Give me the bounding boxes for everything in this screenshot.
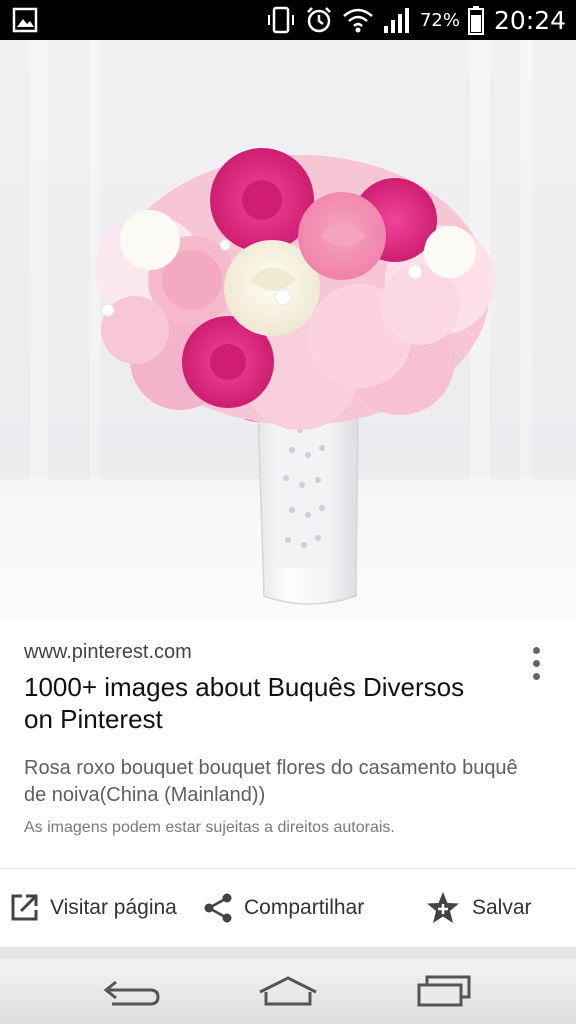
bouquet-image bbox=[0, 40, 576, 622]
more-options-button[interactable] bbox=[520, 638, 552, 688]
back-button[interactable] bbox=[100, 971, 164, 1011]
copyright-notice: As imagens podem estar sujeitas a direit… bbox=[24, 819, 395, 836]
gallery-icon bbox=[12, 7, 38, 33]
home-button[interactable] bbox=[256, 971, 320, 1011]
card-bottom-band bbox=[0, 947, 576, 959]
navigation-bar bbox=[0, 959, 576, 1024]
dot-icon bbox=[532, 659, 540, 667]
battery-icon bbox=[467, 6, 484, 35]
alarm-icon bbox=[307, 7, 331, 33]
share-label: Compartilhar bbox=[244, 896, 365, 919]
open-external-icon bbox=[11, 894, 38, 921]
bouquet-photo[interactable] bbox=[0, 40, 576, 622]
share-icon bbox=[204, 893, 232, 923]
wifi-icon bbox=[343, 8, 373, 33]
home-icon bbox=[259, 976, 317, 1006]
recents-button[interactable] bbox=[412, 971, 476, 1011]
back-icon bbox=[103, 980, 160, 1006]
action-bar: Visitar página Compartilhar Salvar bbox=[0, 869, 576, 947]
vibrate-icon bbox=[267, 6, 294, 34]
dot-icon bbox=[532, 646, 540, 654]
dot-icon bbox=[532, 672, 540, 680]
recents-icon bbox=[417, 975, 471, 1007]
result-card: www.pinterest.com 1000+ images about Buq… bbox=[0, 622, 576, 868]
save-button[interactable]: Salvar bbox=[424, 869, 532, 947]
clock: 20:24 bbox=[493, 5, 566, 35]
status-icons: 72% 20:24 bbox=[266, 0, 566, 40]
share-button[interactable]: Compartilhar bbox=[202, 869, 364, 947]
star-plus-icon bbox=[427, 892, 459, 923]
source-domain[interactable]: www.pinterest.com bbox=[24, 641, 192, 664]
battery-percent: 72% bbox=[419, 9, 460, 31]
visit-page-label: Visitar página bbox=[50, 896, 177, 919]
signal-icon bbox=[383, 8, 409, 33]
visit-page-button[interactable]: Visitar página bbox=[8, 869, 177, 947]
result-title[interactable]: 1000+ images about Buquês Diversos on Pi… bbox=[24, 671, 494, 735]
result-description: Rosa roxo bouquet bouquet flores do casa… bbox=[24, 757, 518, 806]
save-label: Salvar bbox=[472, 896, 532, 919]
status-bar: 72% 20:24 bbox=[0, 0, 576, 40]
